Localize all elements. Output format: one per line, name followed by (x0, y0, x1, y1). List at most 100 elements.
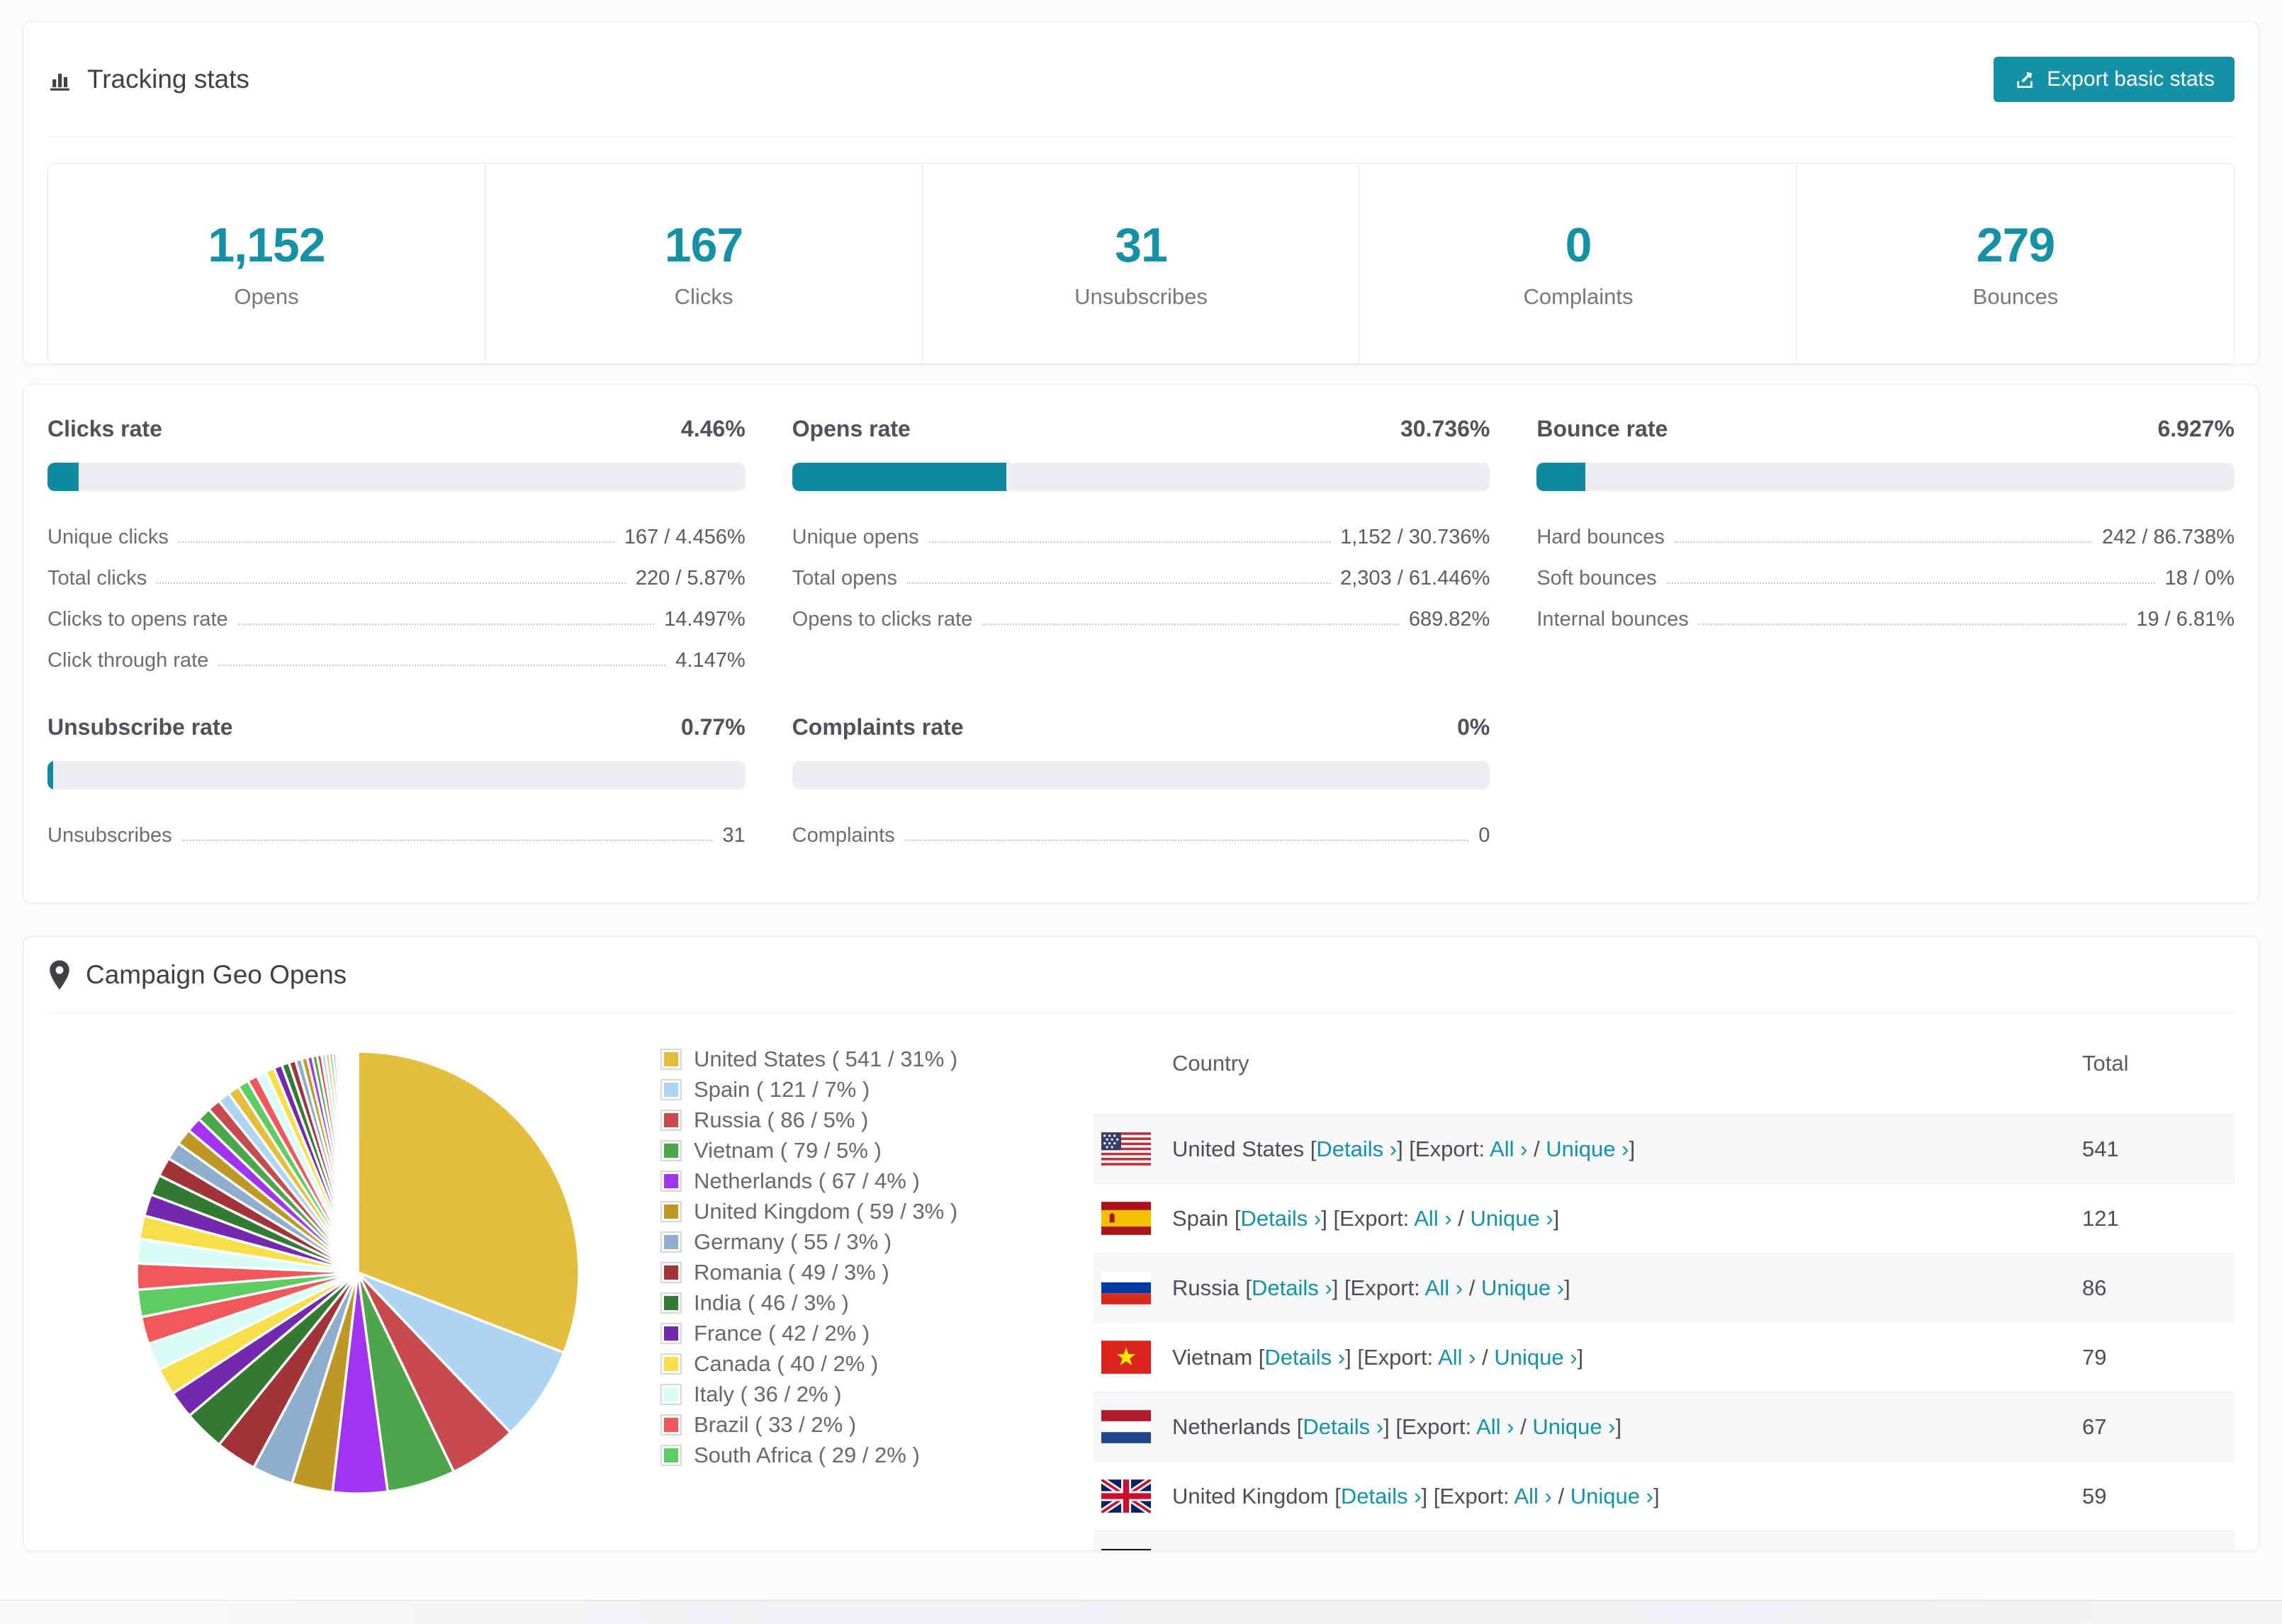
page-title: Tracking stats (87, 64, 249, 94)
legend-item-russia[interactable]: Russia ( 86 / 5% ) (661, 1105, 1015, 1135)
country-total: 59 (2082, 1483, 2107, 1509)
legend-label: Canada ( 40 / 2% ) (694, 1350, 879, 1376)
dotted-leader (178, 541, 614, 543)
rate-value: 30.736% (1400, 416, 1490, 441)
stat-row-total-opens: Total opens 2,303 / 61.446% (792, 553, 1490, 594)
stat-row-value: 31 (722, 824, 746, 847)
export-unique-link[interactable]: Unique › (1532, 1414, 1615, 1439)
export-all-link[interactable]: All › (1414, 1206, 1451, 1231)
stat-row-label: Soft bounces (1536, 567, 1657, 590)
legend-label: United States ( 541 / 31% ) (694, 1046, 958, 1071)
legend-color-swatch (661, 1322, 682, 1344)
details-link[interactable]: Details › (1316, 1137, 1397, 1161)
legend-item-south-africa[interactable]: South Africa ( 29 / 2% ) (661, 1440, 1015, 1470)
legend-item-netherlands[interactable]: Netherlands ( 67 / 4% ) (661, 1166, 1015, 1196)
geo-legend: United States ( 541 / 31% ) Spain ( 121 … (661, 1044, 1015, 1550)
legend-label: South Africa ( 29 / 2% ) (694, 1442, 920, 1467)
flag-ru-icon (1101, 1271, 1151, 1304)
progress-bar (792, 761, 1490, 789)
legend-item-vietnam[interactable]: Vietnam ( 79 / 5% ) (661, 1135, 1015, 1166)
stat-row-internal-bounces: Internal bounces 19 / 6.81% (1536, 594, 2235, 636)
stat-row-clicks-to-opens-rate: Clicks to opens rate 14.497% (47, 594, 746, 636)
export-unique-link[interactable]: Unique › (1470, 1206, 1553, 1231)
export-unique-link[interactable]: Unique › (1494, 1345, 1577, 1370)
geo-table-rows: United States [Details ›] [Export: All ›… (1093, 1114, 2235, 1550)
rate-value: 0% (1457, 714, 1490, 740)
export-basic-stats-button[interactable]: Export basic stats (1994, 57, 2235, 102)
legend-item-brazil[interactable]: Brazil ( 33 / 2% ) (661, 1409, 1015, 1440)
export-arrow-icon (2013, 68, 2036, 91)
export-all-link[interactable]: All › (1438, 1345, 1476, 1370)
country-name: Spain (1172, 1205, 1229, 1231)
country-name: United States (1172, 1136, 1305, 1161)
export-all-link[interactable]: All › (1514, 1484, 1551, 1509)
dotted-leader (904, 840, 1469, 841)
stat-row-label: Complaints (792, 824, 895, 847)
country-total: 67 (2082, 1414, 2107, 1439)
rate-title: Opens rate (792, 416, 911, 441)
details-link[interactable]: Details › (1264, 1345, 1345, 1370)
tracking-stats-card: Tracking stats Export basic stats 1,152 … (23, 21, 2259, 365)
rate-title: Complaints rate (792, 714, 964, 740)
export-all-link[interactable]: All › (1476, 1414, 1514, 1439)
export-unique-link[interactable]: Unique › (1481, 1275, 1564, 1300)
legend-color-swatch (661, 1109, 682, 1131)
dotted-leader (928, 541, 1331, 543)
stat-row-value: 19 / 6.81% (2136, 608, 2235, 631)
legend-label: India ( 46 / 3% ) (694, 1290, 849, 1315)
legend-item-italy[interactable]: Italy ( 36 / 2% ) (661, 1379, 1015, 1409)
legend-label: France ( 42 / 2% ) (694, 1320, 870, 1346)
details-link[interactable]: Details › (1303, 1414, 1383, 1439)
legend-color-swatch (661, 1444, 682, 1466)
flag-nl-icon (1101, 1410, 1151, 1443)
stat-row-total-clicks: Total clicks 220 / 5.87% (47, 553, 746, 594)
stat-row-label: Total opens (792, 567, 897, 590)
stat-row-value: 689.82% (1408, 608, 1490, 631)
stat-row-label: Total clicks (47, 567, 147, 590)
legend-item-germany[interactable]: Germany ( 55 / 3% ) (661, 1227, 1015, 1257)
bar-chart-icon (47, 66, 74, 93)
stat-label: Unsubscribes (1074, 284, 1208, 309)
rate-block-clicks-rate: Clicks rate 4.46% Unique clicks 167 / 4.… (47, 416, 746, 677)
geo-pie-chart (131, 1046, 585, 1499)
stat-row-value: 18 / 0% (2164, 567, 2235, 590)
legend-item-france[interactable]: France ( 42 / 2% ) (661, 1318, 1015, 1348)
stat-value: 167 (664, 218, 743, 272)
progress-bar (1536, 463, 2235, 491)
export-all-link[interactable]: All › (1425, 1275, 1463, 1300)
country-total: 121 (2082, 1205, 2119, 1231)
stat-row-complaints: Complaints 0 (792, 811, 1490, 852)
stat-row-value: 167 / 4.456% (624, 526, 746, 548)
dotted-leader (1666, 582, 2155, 584)
legend-item-united-kingdom[interactable]: United Kingdom ( 59 / 3% ) (661, 1196, 1015, 1227)
legend-color-swatch (661, 1383, 682, 1405)
geo-table-row-ru: Russia [Details ›] [Export: All › / Uniq… (1093, 1253, 2235, 1322)
stat-value: 0 (1565, 218, 1592, 272)
rate-title: Unsubscribe rate (47, 714, 233, 740)
details-link[interactable]: Details › (1241, 1206, 1322, 1231)
legend-item-canada[interactable]: Canada ( 40 / 2% ) (661, 1348, 1015, 1379)
rate-title: Bounce rate (1536, 416, 1668, 441)
details-link[interactable]: Details › (1341, 1484, 1422, 1509)
progress-bar (792, 463, 1490, 491)
legend-item-romania[interactable]: Romania ( 49 / 3% ) (661, 1257, 1015, 1287)
stat-row-value: 0 (1478, 824, 1490, 847)
legend-item-india[interactable]: India ( 46 / 3% ) (661, 1287, 1015, 1318)
geo-table-row-gb: United Kingdom [Details ›] [Export: All … (1093, 1461, 2235, 1530)
stat-row-label: Unique opens (792, 526, 919, 548)
stat-row-soft-bounces: Soft bounces 18 / 0% (1536, 553, 2235, 594)
total-column-header: Total (2082, 1051, 2129, 1076)
details-link[interactable]: Details › (1252, 1275, 1332, 1300)
legend-label: Vietnam ( 79 / 5% ) (694, 1137, 882, 1163)
legend-item-spain[interactable]: Spain ( 121 / 7% ) (661, 1074, 1015, 1105)
stat-row-label: Unique clicks (47, 526, 169, 548)
export-all-link[interactable]: All › (1490, 1137, 1527, 1161)
export-unique-link[interactable]: Unique › (1570, 1484, 1653, 1509)
export-unique-link[interactable]: Unique › (1546, 1137, 1629, 1161)
geo-table-row-vn: Vietnam [Details ›] [Export: All › / Uni… (1093, 1322, 2235, 1392)
rate-value: 0.77% (680, 714, 746, 740)
country-name: Netherlands (1172, 1414, 1291, 1439)
legend-label: United Kingdom ( 59 / 3% ) (694, 1198, 958, 1224)
rate-block-complaints-rate: Complaints rate 0% Complaints 0 (792, 714, 1490, 852)
legend-item-united-states[interactable]: United States ( 541 / 31% ) (661, 1044, 1015, 1074)
